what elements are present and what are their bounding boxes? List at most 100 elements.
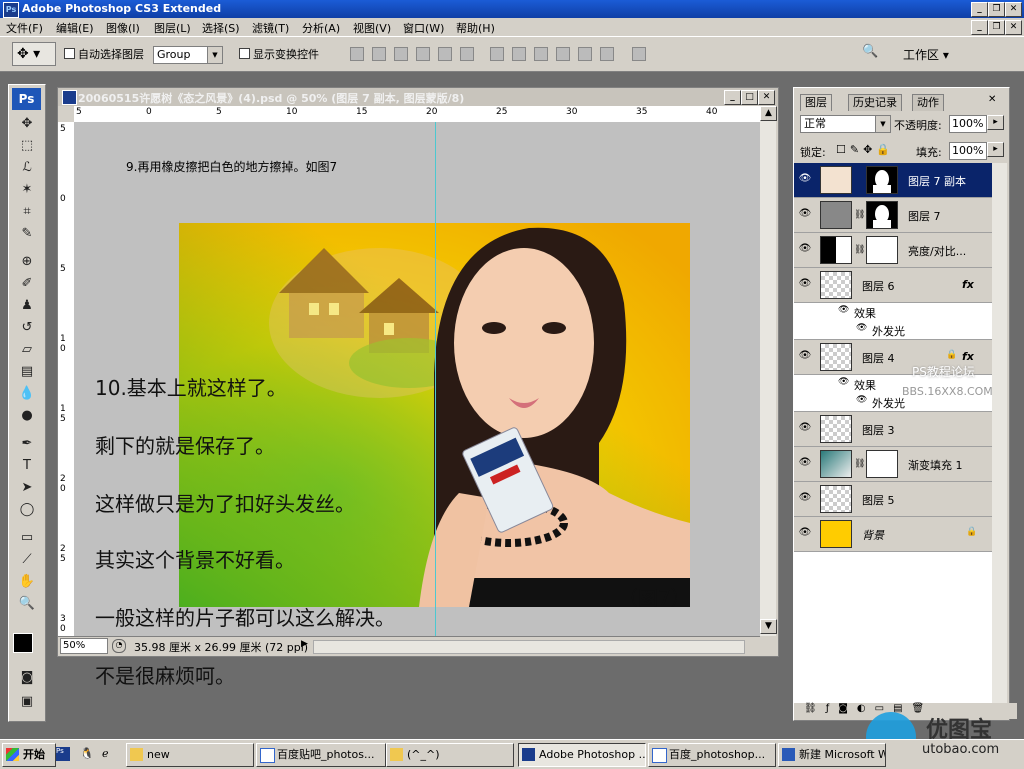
tab-history[interactable]: 历史记录	[848, 94, 902, 111]
distribute-top-icon[interactable]	[490, 47, 504, 61]
blur-tool-icon[interactable]: 💧	[17, 385, 37, 403]
quick-mask-icon[interactable]: ◙	[17, 669, 37, 687]
auto-select-checkbox[interactable]	[64, 48, 75, 59]
fill-input[interactable]: 100%	[949, 142, 987, 160]
distribute-hcenter-icon[interactable]	[578, 47, 592, 61]
eye-icon[interactable]: 👁	[798, 422, 812, 434]
quicklaunch-photoshop-icon[interactable]: Ps	[56, 747, 70, 761]
align-hcenter-icon[interactable]	[438, 47, 452, 61]
layer-name[interactable]: 图层 5	[862, 492, 895, 508]
eye-icon[interactable]: 👁	[798, 208, 812, 220]
distribute-bottom-icon[interactable]	[534, 47, 548, 61]
brush-tool-icon[interactable]: ✐	[17, 275, 37, 293]
status-info-icon[interactable]: ◔	[112, 639, 126, 653]
fx-badge[interactable]: fx	[962, 278, 974, 291]
zoom-field[interactable]: 50%	[60, 638, 108, 654]
menu-analysis[interactable]: 分析(A)	[302, 20, 340, 36]
align-right-icon[interactable]	[460, 47, 474, 61]
eye-icon[interactable]: 👁	[856, 395, 867, 405]
distribute-right-icon[interactable]	[600, 47, 614, 61]
vertical-scrollbar[interactable]: ▲ ▼	[760, 106, 777, 636]
workspace-button[interactable]: 工作区 ▾	[903, 46, 949, 63]
eraser-tool-icon[interactable]: ▱	[17, 341, 37, 359]
chain-link-icon[interactable]: ⛓	[854, 245, 865, 255]
tab-layers[interactable]: 图层	[800, 94, 832, 111]
layer-row-7-copy[interactable]: 👁 图层 7 副本	[794, 163, 992, 198]
layer-name[interactable]: 亮度/对比...	[908, 243, 966, 259]
eye-icon[interactable]: 👁	[838, 305, 849, 315]
layer-row-7[interactable]: 👁 ⛓ 图层 7	[794, 198, 992, 233]
opacity-input[interactable]: 100%	[949, 115, 987, 133]
hand-tool-icon[interactable]: ✋	[17, 573, 37, 591]
move-tool-icon[interactable]: ✥	[17, 115, 37, 133]
layer-name[interactable]: 背景	[862, 527, 884, 543]
taskbar-btn-tieba[interactable]: 百度贴吧_photos...	[256, 743, 386, 767]
menu-filter[interactable]: 滤镜(T)	[252, 20, 289, 36]
doc-restore-button[interactable]: ❐	[988, 20, 1005, 35]
eye-icon[interactable]: 👁	[798, 173, 812, 185]
layer-mask-thumbnail[interactable]	[866, 236, 898, 264]
taskbar-btn-folder[interactable]: (^_^)	[386, 743, 514, 767]
tab-actions[interactable]: 动作	[912, 94, 944, 111]
taskbar-btn-word[interactable]: 新建 Microsoft W...	[778, 743, 886, 767]
scroll-down-arrow-icon[interactable]: ▼	[760, 619, 777, 634]
opacity-slider-arrow-icon[interactable]: ▸	[987, 115, 1004, 130]
menu-view[interactable]: 视图(V)	[353, 20, 391, 36]
move-tool-preset-picker[interactable]: ✥ ▾	[12, 42, 56, 66]
stamp-tool-icon[interactable]: ♟	[17, 297, 37, 315]
bridge-icon[interactable]: 🔍	[862, 44, 884, 62]
distribute-left-icon[interactable]	[556, 47, 570, 61]
pen-tool-icon[interactable]: ✒	[17, 435, 37, 453]
start-button[interactable]: 开始	[2, 743, 56, 767]
screen-mode-icon[interactable]: ▣	[17, 693, 37, 711]
menu-image[interactable]: 图像(I)	[106, 20, 140, 36]
layer-row-gradient-fill[interactable]: 👁 ⛓ 渐变填充 1	[794, 447, 992, 482]
fill-slider-arrow-icon[interactable]: ▸	[987, 142, 1004, 157]
layer-row-3[interactable]: 👁 图层 3	[794, 412, 992, 447]
layer-name[interactable]: 图层 6	[862, 278, 895, 294]
chain-link-icon[interactable]: ⛓	[854, 210, 865, 220]
effects-row[interactable]: 👁 效果	[794, 303, 992, 321]
eye-icon[interactable]: 👁	[856, 323, 867, 333]
quicklaunch-ie-icon[interactable]: ℯ	[102, 747, 116, 761]
minimize-button[interactable]: _	[971, 2, 988, 17]
eye-icon[interactable]: 👁	[798, 457, 812, 469]
layer-mask-thumbnail[interactable]	[866, 201, 898, 229]
layer-mask-thumbnail[interactable]	[866, 166, 898, 194]
scroll-up-arrow-icon[interactable]: ▲	[760, 106, 777, 121]
doc-close-button[interactable]: ✕	[1005, 20, 1022, 35]
guide-line[interactable]	[435, 122, 436, 636]
layer-name[interactable]: 渐变填充 1	[908, 457, 963, 473]
panel-menu-icon[interactable]: ✕	[988, 94, 996, 105]
menu-file[interactable]: 文件(F)	[6, 20, 43, 36]
layer-name[interactable]: 图层 7 副本	[908, 173, 966, 189]
eye-icon[interactable]: 👁	[798, 278, 812, 290]
eye-icon[interactable]: 👁	[838, 377, 849, 387]
marquee-tool-icon[interactable]: ⬚	[17, 137, 37, 155]
quicklaunch-qq-icon[interactable]: 🐧	[80, 747, 94, 761]
zoom-tool-icon[interactable]: 🔍	[17, 595, 37, 613]
auto-select-dropdown[interactable]: Group ▼	[153, 46, 223, 64]
status-menu-arrow-icon[interactable]: ▶	[301, 639, 308, 649]
healing-brush-icon[interactable]: ⊕	[17, 253, 37, 271]
layer-row-brightness[interactable]: 👁 ⛓ 亮度/对比...	[794, 233, 992, 268]
menu-select[interactable]: 选择(S)	[202, 20, 240, 36]
notes-tool-icon[interactable]: ▭	[17, 529, 37, 547]
restore-button[interactable]: ❐	[988, 2, 1005, 17]
distribute-vcenter-icon[interactable]	[512, 47, 526, 61]
menu-help[interactable]: 帮助(H)	[456, 20, 495, 36]
layer-name[interactable]: 图层 3	[862, 422, 895, 438]
eye-icon[interactable]: 👁	[798, 243, 812, 255]
magic-wand-icon[interactable]: ✶	[17, 181, 37, 199]
doc-window-minimize[interactable]: _	[724, 90, 741, 105]
horizontal-scrollbar[interactable]	[313, 640, 745, 654]
align-vcenter-icon[interactable]	[372, 47, 386, 61]
show-transform-checkbox[interactable]	[239, 48, 250, 59]
foreground-color-swatch[interactable]	[13, 633, 33, 653]
chain-link-icon[interactable]: ⛓	[854, 459, 865, 469]
shape-tool-icon[interactable]: ◯	[17, 501, 37, 519]
blend-mode-dropdown[interactable]: 正常 ▼	[800, 115, 891, 133]
outer-glow-row[interactable]: 👁 外发光	[794, 321, 992, 340]
align-bottom-icon[interactable]	[394, 47, 408, 61]
eye-icon[interactable]: 👁	[798, 492, 812, 504]
